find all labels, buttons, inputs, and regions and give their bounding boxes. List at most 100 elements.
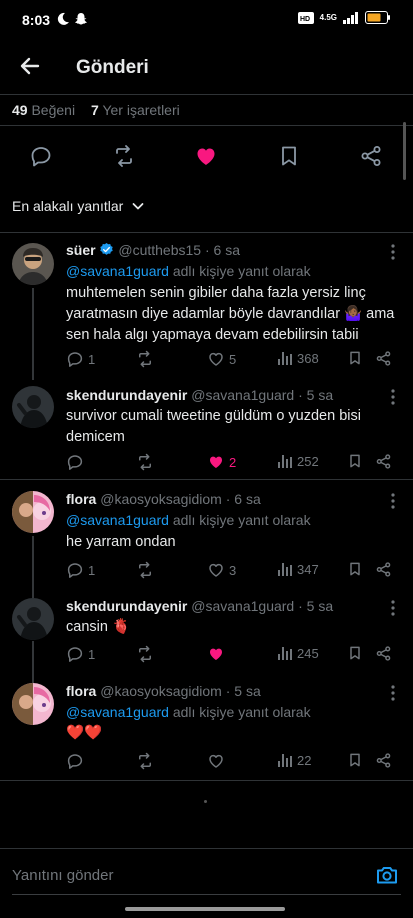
bookmark-icon[interactable]	[347, 645, 363, 661]
loading-indicator	[204, 800, 207, 803]
like-action[interactable]: 2	[207, 453, 236, 471]
top-app-bar: Gönderi	[0, 40, 413, 94]
share-icon[interactable]	[375, 752, 392, 769]
bookmark-icon[interactable]	[347, 752, 363, 768]
share-icon[interactable]	[375, 561, 392, 578]
views-action[interactable]: 347	[277, 561, 319, 577]
mention-link[interactable]: @savana1guard	[66, 512, 169, 528]
reply-action[interactable]: 1	[66, 645, 95, 663]
avatar[interactable]	[12, 683, 54, 725]
svg-text:HD: HD	[300, 16, 310, 23]
views-action[interactable]: 252	[277, 453, 319, 469]
volte-icon: HD	[297, 11, 314, 24]
avatar[interactable]	[12, 386, 54, 428]
likes-stat[interactable]: 49 Beğeni	[12, 102, 75, 118]
like-action[interactable]	[207, 645, 225, 663]
retweet-icon	[136, 453, 154, 471]
retweet-icon[interactable]	[112, 144, 136, 168]
retweet-action[interactable]	[136, 645, 154, 663]
share-icon[interactable]	[375, 645, 392, 662]
reply-text: he yarram ondan	[66, 534, 176, 550]
share-icon[interactable]	[375, 350, 392, 367]
sort-selector[interactable]: En alakalı yanıtlar	[12, 198, 145, 214]
bookmark-icon[interactable]	[347, 350, 363, 366]
handle[interactable]: @kaosyoksagidiom	[100, 491, 222, 507]
retweet-action[interactable]	[136, 453, 154, 471]
moon-icon	[56, 12, 70, 26]
share-icon[interactable]	[375, 453, 392, 470]
likes-count: 49	[12, 102, 28, 118]
view-count: 252	[297, 453, 319, 469]
replying-to: @savana1guard adlı kişiye yanıt olarak	[66, 512, 311, 528]
scrollbar[interactable]	[403, 122, 406, 180]
display-name[interactable]: skendurundayenir	[66, 598, 187, 614]
reply-count: 1	[88, 562, 96, 578]
views-action[interactable]: 368	[277, 350, 319, 366]
view-count: 22	[297, 752, 312, 768]
camera-icon[interactable]	[375, 863, 399, 887]
reply-action[interactable]	[66, 453, 84, 471]
handle[interactable]: @savana1guard	[191, 598, 294, 614]
like-count: 2	[229, 454, 237, 470]
reply-action[interactable]: 1	[66, 350, 95, 368]
like-icon-filled[interactable]	[194, 144, 218, 168]
more-options-icon[interactable]	[391, 685, 395, 701]
views-action[interactable]: 245	[277, 645, 319, 661]
mention-link[interactable]: @savana1guard	[66, 263, 169, 279]
handle[interactable]: @kaosyoksagidiom	[100, 683, 222, 699]
reply-item[interactable]: süer @cutthebs15 · 6 sa @savana1guard ad…	[0, 240, 413, 378]
views-action[interactable]: 22	[277, 752, 311, 768]
views-icon	[277, 645, 293, 661]
reply-header: skendurundayenir @savana1guard · 5 sa	[66, 387, 333, 403]
like-action[interactable]	[207, 752, 225, 770]
reply-item[interactable]: skendurundayenir @savana1guard · 5 sa ca…	[0, 596, 413, 666]
avatar[interactable]	[12, 598, 54, 640]
mention-link[interactable]: @savana1guard	[66, 704, 169, 720]
gesture-bar[interactable]	[125, 907, 285, 911]
reply-header: skendurundayenir @savana1guard · 5 sa	[66, 598, 333, 614]
bookmark-icon[interactable]	[347, 561, 363, 577]
like-action[interactable]: 3	[207, 561, 236, 579]
more-options-icon[interactable]	[391, 389, 395, 405]
handle[interactable]: @savana1guard	[191, 387, 294, 403]
replying-suffix: adlı kişiye yanıt olarak	[172, 512, 311, 528]
reply-input-placeholder[interactable]: Yanıtını gönder	[12, 867, 113, 884]
bookmark-icon[interactable]	[277, 144, 301, 168]
like-action[interactable]: 5	[207, 350, 236, 368]
more-options-icon[interactable]	[391, 493, 395, 509]
composer-underline	[12, 894, 401, 895]
display-name[interactable]: süer	[66, 242, 96, 258]
retweet-action[interactable]	[136, 561, 154, 579]
retweet-action[interactable]	[136, 752, 154, 770]
views-icon	[277, 453, 293, 469]
back-arrow-icon[interactable]	[18, 54, 42, 78]
reply-actions: 2 252	[66, 453, 396, 471]
bookmark-icon[interactable]	[347, 453, 363, 469]
handle[interactable]: @cutthebs15	[118, 242, 201, 258]
reply-composer[interactable]: Yanıtını gönder	[0, 856, 413, 896]
reply-item[interactable]: skendurundayenir @savana1guard · 5 sa su…	[0, 384, 413, 476]
more-options-icon[interactable]	[391, 244, 395, 260]
avatar[interactable]	[12, 491, 54, 533]
retweet-icon	[136, 645, 154, 663]
reply-item[interactable]: flora @kaosyoksagidiom · 6 sa @savana1gu…	[0, 489, 413, 585]
display-name[interactable]: skendurundayenir	[66, 387, 187, 403]
divider	[0, 479, 413, 480]
status-bar: 8:03 HD 4.5G	[0, 0, 413, 40]
bookmarks-stat[interactable]: 7 Yer işaretleri	[91, 102, 180, 118]
timestamp: · 6 sa	[225, 491, 261, 507]
reply-text: survivor cumali tweetine güldüm o yuzden…	[66, 408, 361, 445]
display-name[interactable]: flora	[66, 683, 96, 699]
display-name[interactable]: flora	[66, 491, 96, 507]
reply-header: flora @kaosyoksagidiom · 6 sa	[66, 491, 261, 507]
reply-action[interactable]: 1	[66, 561, 95, 579]
more-options-icon[interactable]	[391, 600, 395, 616]
avatar[interactable]	[12, 243, 54, 285]
chevron-down-icon	[131, 199, 145, 213]
retweet-action[interactable]	[136, 350, 154, 368]
reply-action[interactable]	[66, 752, 84, 770]
reply-item[interactable]: flora @kaosyoksagidiom · 5 sa @savana1gu…	[0, 681, 413, 775]
reply-icon[interactable]	[29, 144, 53, 168]
like-icon-filled	[207, 645, 225, 663]
share-icon[interactable]	[359, 144, 383, 168]
